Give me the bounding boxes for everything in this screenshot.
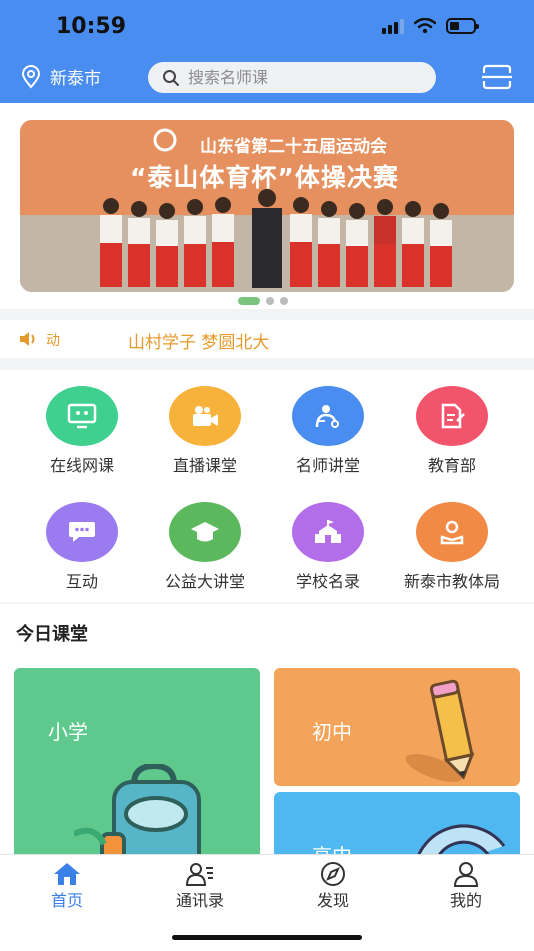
grid-item-label: 互动 [65,572,98,591]
teacher-icon [292,386,364,446]
location-selector[interactable]: 新泰市 [20,64,101,89]
search-input[interactable] [188,68,408,87]
today-classes-section: 今日课堂 小学 初中 高中 [0,604,534,872]
grid-item-interaction[interactable]: 互动 [22,502,142,592]
tab-label: 发现 [316,891,349,910]
grid-item-online-course[interactable]: 在线网课 [22,386,142,476]
tab-home[interactable]: 首页 [17,861,117,911]
status-icons [382,18,479,34]
banner-carousel[interactable]: 山东省第二十五届运动会 “泰山体育杯”体操决赛 [20,120,514,292]
grid-item-live-class[interactable]: 直播课堂 [145,386,265,476]
home-indicator [172,935,362,940]
city-label: 新泰市 [50,69,101,89]
search-icon [163,69,179,86]
grid-item-label: 在线网课 [49,456,114,475]
grid-item-label: 公益大讲堂 [164,572,245,591]
banner-title: 山东省第二十五届运动会 [200,137,387,157]
location-pin-icon [21,64,41,89]
section-title: 今日课堂 [16,624,88,645]
card-label: 小学 [48,720,88,744]
battery-icon [446,18,479,34]
camera-icon [169,386,241,446]
pencil-icon [405,679,475,782]
status-time: 10:59 [56,14,127,39]
contacts-icon [186,863,213,886]
cellular-signal-icon [382,18,404,34]
grid-item-famous-teacher[interactable]: 名师讲堂 [268,386,388,476]
graduation-cap-icon [169,502,241,562]
tab-discover[interactable]: 发现 [283,861,383,911]
app-header: 10:59 新泰市 [0,0,534,103]
school-icon [292,502,364,562]
grid-item-label: 名师讲堂 [295,456,360,475]
tab-label: 我的 [449,891,482,910]
card-middle-school[interactable]: 初中 [274,668,520,786]
card-primary-school[interactable]: 小学 [14,668,260,868]
tab-mine[interactable]: 我的 [416,861,516,911]
user-icon [453,862,479,887]
home-icon [54,863,80,885]
tab-contacts[interactable]: 通讯录 [150,861,250,911]
notice-bar[interactable]: 动 山村学子 梦圆北大 [0,320,534,358]
carousel-dot[interactable] [266,297,274,305]
grid-item-education-bureau[interactable]: 新泰市教体局 [392,502,512,592]
chat-icon [46,502,118,562]
speaker-icon [20,332,35,346]
monitor-icon [46,386,118,446]
document-icon [416,386,488,446]
compass-icon [321,862,345,886]
tab-label: 通讯录 [175,891,224,910]
feature-grid: 在线网课 直播课堂 名师讲堂 教育部 互动 公益大讲堂 学校名录 新泰市教体局 [0,370,534,602]
tab-label: 首页 [50,891,83,910]
notice-text: 山村学子 梦圆北大 [128,333,270,353]
backpack-icon [74,764,201,868]
grid-item-public-lecture[interactable]: 公益大讲堂 [145,502,265,592]
grid-item-education-ministry[interactable]: 教育部 [392,386,512,476]
reader-icon [416,502,488,562]
grid-item-label: 直播课堂 [172,456,237,475]
grid-item-school-directory[interactable]: 学校名录 [268,502,388,592]
grid-item-label: 学校名录 [295,572,360,591]
card-label: 初中 [312,720,352,744]
search-bar[interactable] [148,62,436,93]
wifi-icon [414,18,436,34]
notice-prefix: 动 [46,333,60,349]
banner-subtitle: “泰山体育杯”体操决赛 [130,163,399,192]
carousel-dots [238,297,288,305]
banner-section: 山东省第二十五届运动会 “泰山体育杯”体操决赛 [0,103,534,309]
carousel-dot[interactable] [238,297,260,305]
carousel-dot[interactable] [280,297,288,305]
grid-item-label: 新泰市教体局 [403,572,500,591]
scan-icon[interactable] [482,64,512,90]
grid-item-label: 教育部 [427,456,476,475]
